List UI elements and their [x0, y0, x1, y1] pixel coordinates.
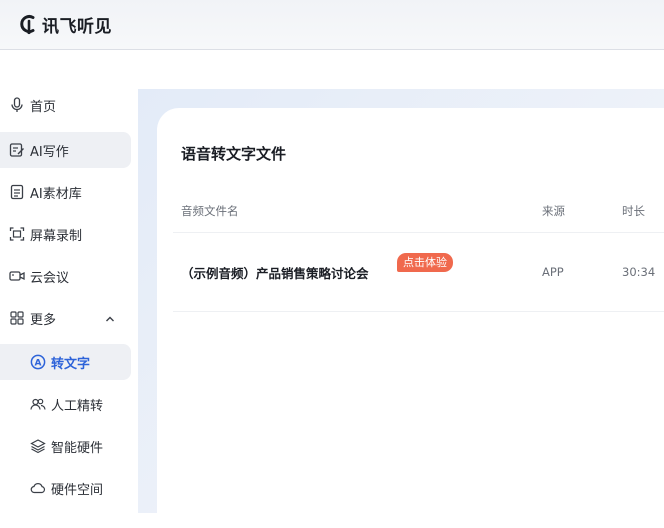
logo-icon — [18, 12, 38, 36]
chevron-up-icon[interactable] — [105, 312, 115, 327]
file-list-card: 语音转文字文件 音频文件名 来源 时长 （示例音频）产品销售策略讨论会 点击体验… — [157, 108, 664, 528]
sidebar-item-ai-writing[interactable]: AI写作 — [0, 132, 131, 168]
file-name[interactable]: （示例音频）产品销售策略讨论会 — [181, 263, 369, 282]
edit-icon — [9, 142, 25, 158]
sidebar-item-label: AI素材库 — [30, 186, 82, 202]
column-header-name: 音频文件名 — [181, 204, 239, 218]
sidebar-item-label: 云会议 — [30, 270, 70, 286]
layers-icon — [30, 438, 46, 454]
try-badge[interactable]: 点击体验 — [397, 253, 453, 272]
sidebar-item-label: 屏幕录制 — [30, 228, 83, 244]
app-logo[interactable]: 讯飞听见 — [18, 11, 112, 37]
column-header-source: 来源 — [542, 204, 565, 218]
sidebar-subitem-label: 硬件空间 — [51, 482, 104, 498]
sidebar-subitem-smart-hardware[interactable]: 智能硬件 — [0, 428, 131, 464]
sidebar-item-label: 更多 — [30, 312, 57, 328]
sidebar-item-home[interactable]: 首页 — [0, 87, 131, 123]
sidebar-subitem-label: 智能硬件 — [51, 440, 104, 456]
file-source: APP — [542, 265, 564, 279]
people-icon — [30, 396, 46, 412]
cloud-icon — [30, 480, 46, 496]
sidebar-item-label: 首页 — [30, 99, 57, 115]
transcribe-icon: A — [30, 354, 46, 370]
page-title: 语音转文字文件 — [181, 145, 287, 163]
sidebar-item-label: AI写作 — [30, 144, 69, 160]
sidebar-item-screen-record[interactable]: 屏幕录制 — [0, 216, 131, 252]
svg-text:A: A — [35, 359, 42, 369]
sidebar-subitem-human-transcribe[interactable]: 人工精转 — [0, 386, 131, 422]
column-header-duration: 时长 — [622, 204, 645, 218]
sidebar-item-more[interactable]: 更多 — [0, 300, 131, 336]
sidebar-subitem-transcribe[interactable]: A 转文字 — [0, 344, 131, 380]
screen-record-icon — [9, 226, 25, 242]
top-bar: 讯飞听见 — [0, 0, 664, 50]
app-name: 讯飞听见 — [42, 16, 112, 37]
sidebar: 首页 AI写作 AI素材库 屏幕录制 云会议 更多 A 转文字 人工精转 智能硬… — [0, 51, 138, 513]
sidebar-subitem-label: 转文字 — [51, 356, 91, 372]
sidebar-item-ai-library[interactable]: AI素材库 — [0, 174, 131, 210]
microphone-icon — [9, 97, 25, 113]
sidebar-subitem-hardware-space[interactable]: 硬件空间 — [0, 470, 131, 506]
file-duration: 30:34 — [622, 265, 656, 279]
video-icon — [9, 268, 25, 284]
sidebar-item-cloud-meeting[interactable]: 云会议 — [0, 258, 131, 294]
document-icon — [9, 184, 25, 200]
sidebar-subitem-label: 人工精转 — [51, 398, 104, 414]
table-row[interactable]: （示例音频）产品销售策略讨论会 点击体验 APP 30:34 — [173, 232, 664, 312]
grid-icon — [9, 310, 25, 326]
